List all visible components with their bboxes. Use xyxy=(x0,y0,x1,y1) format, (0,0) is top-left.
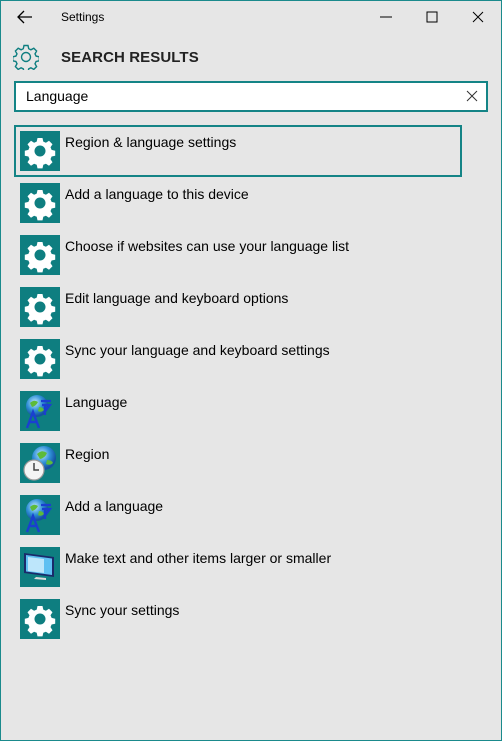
search-result-item[interactable]: Region & language settings xyxy=(14,125,462,177)
gear-icon xyxy=(20,287,60,327)
result-label: Sync your language and keyboard settings xyxy=(65,342,330,358)
back-button[interactable] xyxy=(15,7,35,27)
window-title: Settings xyxy=(61,10,105,24)
page-title: SEARCH RESULTS xyxy=(61,49,199,66)
result-label: Choose if websites can use your language… xyxy=(65,238,350,254)
search-result-item[interactable]: Add a language to this device xyxy=(14,177,460,227)
search-result-item[interactable]: Add a language xyxy=(14,489,460,539)
minimize-icon xyxy=(380,16,392,18)
maximize-button[interactable] xyxy=(409,1,455,33)
search-result-item[interactable]: Edit language and keyboard options xyxy=(14,281,460,331)
gear-icon xyxy=(20,183,60,223)
gear-icon xyxy=(20,235,60,275)
result-label: Make text and other items larger or smal… xyxy=(65,550,332,566)
back-arrow-icon xyxy=(17,10,32,24)
search-result-item[interactable]: Sync your settings xyxy=(14,593,460,643)
globe-language-icon xyxy=(20,495,60,535)
title-bar: Settings xyxy=(1,1,501,33)
close-icon xyxy=(472,11,484,23)
gear-icon xyxy=(20,339,60,379)
result-label: Sync your settings xyxy=(65,602,180,618)
search-input[interactable] xyxy=(26,86,446,106)
result-label: Edit language and keyboard options xyxy=(65,290,289,306)
monitor-icon xyxy=(20,547,60,587)
gear-outline-icon xyxy=(13,44,39,70)
close-button[interactable] xyxy=(455,1,501,33)
clear-x-icon[interactable] xyxy=(466,90,478,102)
gear-icon xyxy=(20,599,60,639)
minimize-button[interactable] xyxy=(363,1,409,33)
result-label: Language xyxy=(65,394,128,410)
search-result-item[interactable]: Sync your language and keyboard settings xyxy=(14,333,460,383)
result-label: Region xyxy=(65,446,110,462)
globe-clock-icon xyxy=(20,443,60,483)
search-result-item[interactable]: Choose if websites can use your language… xyxy=(14,229,460,279)
globe-language-icon xyxy=(20,391,60,431)
result-label: Region & language settings xyxy=(65,134,237,150)
maximize-icon xyxy=(426,11,438,23)
gear-icon xyxy=(20,131,60,171)
result-label: Add a language to this device xyxy=(65,186,249,202)
settings-window: Settings SEARCH RESULTS Region & xyxy=(0,0,502,741)
result-label: Add a language xyxy=(65,498,164,514)
search-result-item[interactable]: Language xyxy=(14,385,460,435)
search-box xyxy=(14,81,488,112)
search-result-item[interactable]: Make text and other items larger or smal… xyxy=(14,541,460,591)
search-result-item[interactable]: Region xyxy=(14,437,460,487)
